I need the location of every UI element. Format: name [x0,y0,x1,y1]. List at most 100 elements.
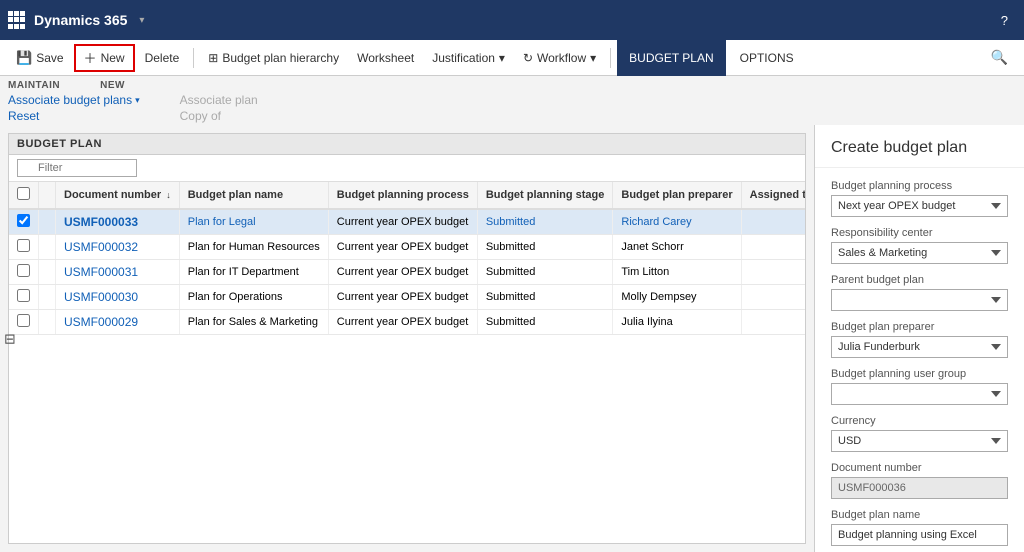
filter-input[interactable] [17,159,137,177]
budget-plan-preparer-select[interactable]: Julia Funderburk [831,336,1008,358]
currency-select[interactable]: USD [831,430,1008,452]
budget-plan-table: Document number ↓ Budget plan name Budge… [9,182,805,335]
budget-plan-name-input[interactable] [831,524,1008,546]
workflow-button[interactable]: ↻ Workflow ▾ [515,44,604,72]
row-preparer[interactable]: Richard Carey [613,209,741,235]
table-row[interactable]: USMF000032 Plan for Human Resources Curr… [9,235,805,260]
new-button[interactable]: ＋ New [74,44,135,72]
parent-budget-plan-label: Parent budget plan [831,274,1008,286]
document-number-input [831,477,1008,499]
action-row: Associate budget plans ▾ Reset Associate… [0,91,1024,125]
justification-chevron-icon: ▾ [499,51,505,65]
row-doc-number[interactable]: USMF000030 [56,285,180,310]
budget-planning-user-group-label: Budget planning user group [831,368,1008,380]
grid-menu-icon[interactable] [8,11,26,29]
section-labels: MAINTAIN NEW [0,76,1024,91]
row-planning-process: Current year OPEX budget [328,235,477,260]
budget-planning-user-group-select[interactable] [831,383,1008,405]
doc-number-link[interactable]: USMF000031 [64,265,138,279]
budget-planning-process-label: Budget planning process [831,180,1008,192]
row-indicator-cell [39,235,56,260]
row-plan-name: Plan for Human Resources [179,235,328,260]
tab-options[interactable]: OPTIONS [728,40,806,76]
nav-chevron-icon: ▾ [139,15,144,26]
workflow-icon: ↻ [523,51,533,65]
separator-2 [610,48,611,68]
row-doc-number[interactable]: USMF000033 [56,209,180,235]
create-panel-title: Create budget plan [815,125,1024,168]
filter-icon[interactable]: ⊟ [0,326,20,351]
table-row[interactable]: USMF000029 Plan for Sales & Marketing Cu… [9,310,805,335]
row-plan-name: Plan for Sales & Marketing [179,310,328,335]
budget-plan-hierarchy-button[interactable]: ⊞ Budget plan hierarchy [200,44,347,72]
document-number-field: Document number [831,462,1008,499]
row-checkbox[interactable] [17,214,30,227]
row-plan-name: Plan for Legal [179,209,328,235]
budget-plan-section: BUDGET PLAN 🔍 Document number ↓ Budget p… [8,133,806,544]
col-planning-stage[interactable]: Budget planning stage [477,182,613,209]
row-planning-stage: Submitted [477,209,613,235]
save-button[interactable]: 💾 Save [8,44,72,72]
row-checkbox-cell [9,260,39,285]
row-assigned-to [741,209,805,235]
row-doc-number[interactable]: USMF000029 [56,310,180,335]
col-doc-number[interactable]: Document number ↓ [56,182,180,209]
budget-plan-preparer-label: Budget plan preparer [831,321,1008,333]
worksheet-button[interactable]: Worksheet [349,44,422,72]
row-planning-stage: Submitted [477,285,613,310]
row-planning-stage: Submitted [477,235,613,260]
doc-number-link[interactable]: USMF000030 [64,290,138,304]
col-checkbox [9,182,39,209]
responsibility-center-label: Responsibility center [831,227,1008,239]
row-preparer: Molly Dempsey [613,285,741,310]
row-indicator-cell [39,310,56,335]
tab-budget-plan[interactable]: BUDGET PLAN [617,40,725,76]
col-plan-name[interactable]: Budget plan name [179,182,328,209]
justification-button[interactable]: Justification ▾ [424,44,513,72]
budget-planning-process-select[interactable]: Next year OPEX budget [831,195,1008,217]
row-planning-process: Current year OPEX budget [328,285,477,310]
sort-down-icon: ↓ [166,190,171,200]
row-planning-process: Current year OPEX budget [328,209,477,235]
responsibility-center-select[interactable]: Sales & Marketing [831,242,1008,264]
row-assigned-to [741,285,805,310]
document-number-label: Document number [831,462,1008,474]
row-checkbox-cell [9,209,39,235]
delete-button[interactable]: Delete [137,44,188,72]
row-preparer: Janet Schorr [613,235,741,260]
row-preparer: Julia Ilyina [613,310,741,335]
row-doc-number[interactable]: USMF000031 [56,260,180,285]
row-checkbox[interactable] [17,239,30,252]
right-panel: Create budget plan Budget planning proce… [814,125,1024,552]
search-icon[interactable]: 🔍 [983,45,1016,70]
table-row[interactable]: USMF000030 Plan for Operations Current y… [9,285,805,310]
col-preparer[interactable]: Budget plan preparer [613,182,741,209]
doc-number-link[interactable]: USMF000032 [64,240,138,254]
main-area: ⊟ BUDGET PLAN 🔍 Document number ↓ Bud [0,125,1024,552]
budget-planning-user-group-field: Budget planning user group [831,368,1008,405]
app-title: Dynamics 365 [34,12,127,28]
row-preparer: Tim Litton [613,260,741,285]
budget-planning-process-field: Budget planning process Next year OPEX b… [831,180,1008,217]
new-icon: ＋ [84,48,97,67]
budget-plan-section-header: BUDGET PLAN [9,134,805,155]
workflow-chevron-icon: ▾ [590,51,596,65]
row-checkbox[interactable] [17,289,30,302]
parent-budget-plan-field: Parent budget plan [831,274,1008,311]
row-doc-number[interactable]: USMF000032 [56,235,180,260]
doc-number-link[interactable]: USMF000029 [64,315,138,329]
col-assigned-to[interactable]: Assigned to [741,182,805,209]
reset-link[interactable]: Reset [8,109,140,123]
help-icon[interactable]: ? [993,9,1016,32]
parent-budget-plan-select[interactable] [831,289,1008,311]
table-row[interactable]: USMF000033 Plan for Legal Current year O… [9,209,805,235]
associate-budget-plans-link[interactable]: Associate budget plans ▾ [8,93,140,107]
table-row[interactable]: USMF000031 Plan for IT Department Curren… [9,260,805,285]
col-planning-process[interactable]: Budget planning process [328,182,477,209]
row-planning-process: Current year OPEX budget [328,310,477,335]
row-checkbox[interactable] [17,264,30,277]
doc-number-link[interactable]: USMF000033 [64,215,138,229]
left-panel: ⊟ BUDGET PLAN 🔍 Document number ↓ Bud [0,125,814,552]
filter-wrapper: 🔍 [17,159,137,177]
select-all-checkbox[interactable] [17,187,30,200]
